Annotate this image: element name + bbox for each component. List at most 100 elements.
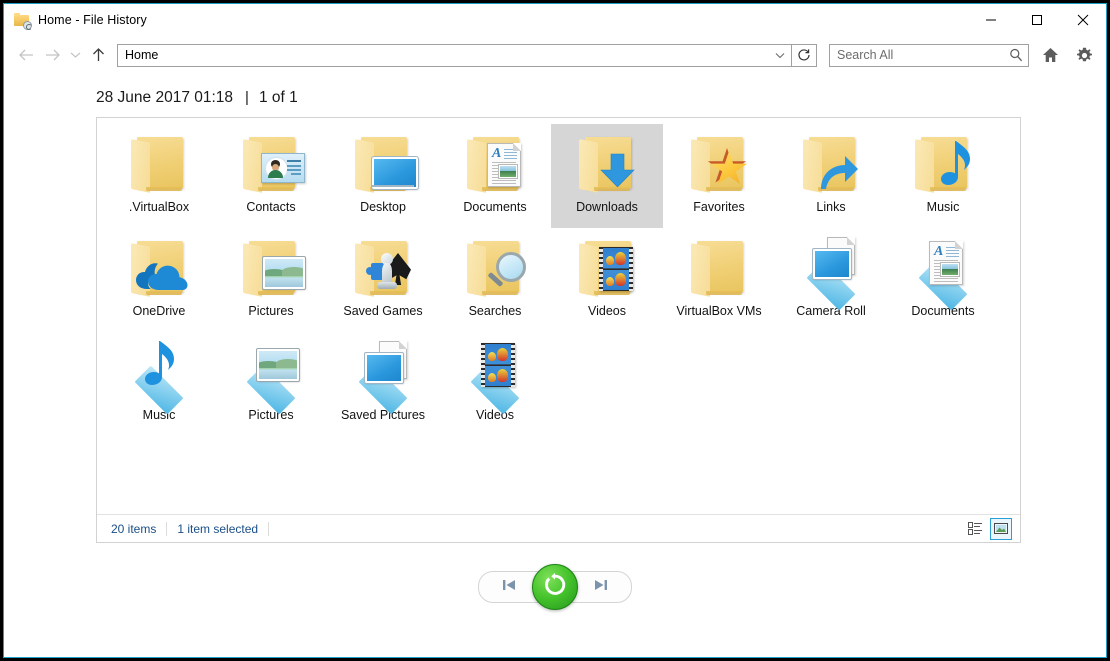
item-label: Pictures bbox=[248, 408, 294, 422]
item-label: Links bbox=[816, 200, 846, 214]
item-label: Camera Roll bbox=[796, 304, 866, 318]
item-label: Saved Games bbox=[343, 304, 423, 318]
file-item-downloads[interactable]: Downloads bbox=[551, 124, 663, 228]
selection-count: 1 item selected bbox=[177, 521, 259, 536]
item-label: VirtualBox VMs bbox=[676, 304, 762, 318]
item-icon bbox=[683, 235, 755, 301]
maximize-icon[interactable] bbox=[1014, 4, 1060, 35]
file-history-header: 28 June 2017 01:18 | 1 of 1 bbox=[4, 75, 1106, 117]
address-value: Home bbox=[125, 48, 159, 62]
picture-front-icon bbox=[364, 352, 404, 384]
title-bar: Home - File History bbox=[4, 4, 1106, 35]
item-icon bbox=[123, 339, 195, 415]
search-icon[interactable] bbox=[1004, 48, 1028, 62]
picture-icon bbox=[256, 348, 300, 382]
folder-history-icon bbox=[13, 11, 32, 30]
previous-version-button[interactable] bbox=[478, 571, 540, 603]
search-placeholder: Search All bbox=[837, 48, 894, 62]
film-strip-icon bbox=[481, 343, 515, 387]
status-bar: 20 items 1 item selected bbox=[97, 514, 1020, 542]
item-icon bbox=[683, 131, 755, 197]
address-chevron-down-icon[interactable] bbox=[769, 45, 791, 66]
file-item-music[interactable]: Music bbox=[103, 332, 215, 436]
file-item-searches[interactable]: Searches bbox=[439, 228, 551, 332]
shortcut-arrow-icon bbox=[821, 156, 858, 189]
download-arrow-icon bbox=[600, 153, 635, 188]
navigation-toolbar: Home Search All bbox=[4, 35, 1106, 75]
file-item-links[interactable]: Links bbox=[775, 124, 887, 228]
file-item-documents[interactable]: A Documents bbox=[439, 124, 551, 228]
view-toggle-group bbox=[964, 517, 1014, 540]
item-icon: A bbox=[459, 131, 531, 197]
address-bar[interactable]: Home bbox=[117, 43, 792, 67]
file-item-documents[interactable]: A Documents bbox=[887, 228, 999, 332]
item-label: Documents bbox=[911, 304, 975, 318]
file-item-favorites[interactable]: Favorites bbox=[663, 124, 775, 228]
status-divider-2 bbox=[268, 521, 270, 536]
item-label: .VirtualBox bbox=[128, 200, 190, 214]
file-item-pictures[interactable]: Pictures bbox=[215, 332, 327, 436]
details-view-icon[interactable] bbox=[964, 518, 986, 540]
restore-button[interactable] bbox=[532, 564, 578, 610]
window-controls bbox=[968, 4, 1106, 35]
item-icon bbox=[571, 235, 643, 301]
item-label: Saved Pictures bbox=[340, 408, 426, 422]
cloud-icon bbox=[136, 263, 188, 290]
home-icon[interactable] bbox=[1037, 42, 1063, 68]
item-icon bbox=[907, 131, 979, 197]
restore-circular-arrow-icon bbox=[542, 572, 568, 603]
item-label: Pictures bbox=[248, 304, 294, 318]
close-icon[interactable] bbox=[1060, 4, 1106, 35]
file-item-pictures[interactable]: Pictures bbox=[215, 228, 327, 332]
document-page-icon: A bbox=[487, 143, 521, 187]
recent-locations-chevron-down-icon[interactable] bbox=[65, 42, 85, 68]
chess-pawn-icon bbox=[375, 253, 399, 291]
window-title: Home - File History bbox=[38, 12, 147, 27]
file-item-music[interactable]: Music bbox=[887, 124, 999, 228]
monitor-stand bbox=[372, 185, 414, 187]
item-label: OneDrive bbox=[132, 304, 186, 318]
item-icon bbox=[235, 235, 307, 301]
library-base-icon bbox=[239, 365, 303, 415]
large-icons-view-icon[interactable] bbox=[990, 517, 1012, 540]
minimize-icon[interactable] bbox=[968, 4, 1014, 35]
item-icon bbox=[347, 235, 419, 301]
file-item-onedrive[interactable]: OneDrive bbox=[103, 228, 215, 332]
refresh-icon[interactable] bbox=[792, 43, 817, 67]
contact-card-icon bbox=[261, 153, 305, 183]
file-item-saved-games[interactable]: Saved Games bbox=[327, 228, 439, 332]
item-icon bbox=[347, 131, 419, 197]
file-item-videos[interactable]: Videos bbox=[439, 332, 551, 436]
file-item-virtualbox[interactable]: .VirtualBox bbox=[103, 124, 215, 228]
status-divider-1 bbox=[166, 521, 168, 536]
item-icon bbox=[795, 235, 867, 311]
file-item-virtualbox-vms[interactable]: VirtualBox VMs bbox=[663, 228, 775, 332]
folder-icon bbox=[131, 137, 187, 193]
gear-icon[interactable] bbox=[1071, 42, 1097, 68]
item-label: Videos bbox=[476, 408, 514, 422]
backup-timestamp: 28 June 2017 01:18 bbox=[96, 89, 234, 106]
file-item-desktop[interactable]: Desktop bbox=[327, 124, 439, 228]
item-icon bbox=[123, 131, 195, 197]
forward-arrow-icon[interactable] bbox=[39, 42, 65, 68]
item-label: Contacts bbox=[246, 200, 296, 214]
magnifier-icon bbox=[483, 251, 527, 295]
file-item-camera-roll[interactable]: Camera Roll bbox=[775, 228, 887, 332]
search-input[interactable]: Search All bbox=[829, 43, 1029, 67]
up-arrow-icon[interactable] bbox=[85, 42, 111, 68]
item-label: Searches bbox=[468, 304, 522, 318]
picture-icon bbox=[262, 256, 306, 290]
item-icon: A bbox=[907, 235, 979, 311]
skip-previous-icon bbox=[500, 578, 518, 597]
back-arrow-icon[interactable] bbox=[13, 42, 39, 68]
item-label: Music bbox=[926, 200, 960, 214]
file-history-window: Home - File History Home Search All 28 J… bbox=[3, 3, 1107, 658]
file-item-contacts[interactable]: Contacts bbox=[215, 124, 327, 228]
file-item-saved-pictures[interactable]: Saved Pictures bbox=[327, 332, 439, 436]
next-version-button[interactable] bbox=[570, 571, 632, 603]
picture-front-icon bbox=[812, 248, 852, 280]
music-note-icon bbox=[145, 341, 174, 385]
item-label: Favorites bbox=[693, 200, 745, 214]
file-item-videos[interactable]: Videos bbox=[551, 228, 663, 332]
skip-next-icon bbox=[592, 578, 610, 597]
